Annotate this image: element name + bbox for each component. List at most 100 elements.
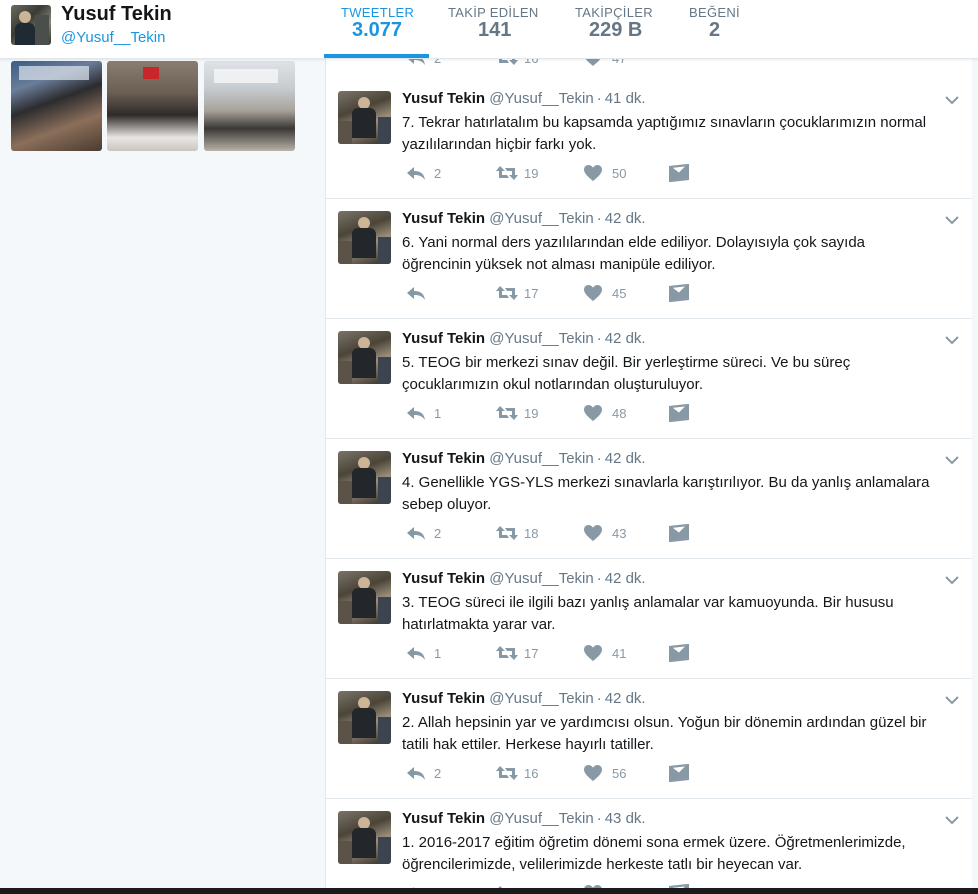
heart-icon (584, 405, 602, 421)
tweet-text-line: öğrencinin yüksek not alması manipüle ed… (402, 256, 716, 273)
tweet-author-handle[interactable]: @Yusuf__Tekin (489, 570, 593, 587)
tweet-author-name[interactable]: Yusuf Tekin (402, 810, 485, 827)
tweet-text-line: yazılılarından hiçbir farkı yok. (402, 136, 597, 153)
reply-icon (407, 287, 425, 300)
tweet-item[interactable]: Yusuf Tekin @Yusuf__Tekin · 42 dk. 6. Yani … (326, 199, 973, 319)
profile-name[interactable]: Yusuf Tekin (61, 3, 172, 26)
tweet-menu-button[interactable] (945, 92, 959, 105)
tweet-menu-button[interactable] (945, 812, 959, 825)
tweet-avatar[interactable] (338, 811, 391, 864)
separator-dot: · (596, 90, 602, 107)
stat-tweets-value: 3.077 (352, 19, 403, 41)
tweet-header: Yusuf Tekin @Yusuf__Tekin · 41 dk. (402, 90, 646, 107)
tweet-timeline[interactable]: 2 16 47 Yusuf Tekin @Yusuf__Tekin · 41 dk.… (325, 58, 973, 894)
tweet-author-handle[interactable]: @Yusuf__Tekin (489, 450, 593, 467)
reply-icon (407, 407, 425, 420)
tweet-menu-button[interactable] (945, 332, 959, 345)
tweet-timestamp[interactable]: 41 dk. (605, 90, 646, 107)
photo-thumbnail[interactable] (11, 61, 102, 151)
like-count: 56 (612, 766, 627, 781)
tweet-author-name[interactable]: Yusuf Tekin (402, 570, 485, 587)
separator-dot: · (596, 690, 602, 707)
tweet-header: Yusuf Tekin @Yusuf__Tekin · 43 dk. (402, 810, 646, 827)
stat-likes-value: 2 (709, 19, 721, 41)
tweet-author-name[interactable]: Yusuf Tekin (402, 450, 485, 467)
heart-icon (584, 645, 602, 661)
tweet-text-line: tatili hak ettiler. Herkese hayırlı tati… (402, 736, 654, 753)
tweet-avatar[interactable] (338, 691, 391, 744)
tweet-text-line: 3. TEOG süreci ile ilgili bazı yanlış an… (402, 594, 894, 611)
tweet-avatar[interactable] (338, 91, 391, 144)
separator-dot: · (596, 810, 602, 827)
stat-tweets-label: TWEETLER (341, 5, 415, 20)
tweet-avatar[interactable] (338, 451, 391, 504)
retweet-icon (496, 526, 518, 540)
photo-thumbnail[interactable] (204, 61, 295, 151)
like-count: 50 (612, 166, 627, 181)
tweet-actions: 17 45 (405, 283, 705, 303)
tweet-author-name[interactable]: Yusuf Tekin (402, 690, 485, 707)
photo-thumbnail[interactable] (107, 61, 198, 151)
like-count: 43 (612, 526, 627, 541)
stat-following-value: 141 (478, 19, 512, 41)
direct-message-icon (669, 644, 689, 662)
tweet-author-name[interactable]: Yusuf Tekin (402, 90, 485, 107)
tweet-text-line: 7. Tekrar hatırlatalım bu kapsamda yaptı… (402, 114, 927, 131)
profile-handle[interactable]: @Yusuf__Tekin (61, 29, 165, 46)
tweet-author-name[interactable]: Yusuf Tekin (402, 210, 485, 227)
tweet-menu-button[interactable] (945, 692, 959, 705)
tweet-timestamp[interactable]: 42 dk. (605, 570, 646, 587)
tweet-timestamp[interactable]: 42 dk. (605, 450, 646, 467)
tweet-text: 6. Yani normal ders yazılılarından elde … (402, 232, 962, 276)
tweet-author-handle[interactable]: @Yusuf__Tekin (489, 810, 593, 827)
tweet-author-handle[interactable]: @Yusuf__Tekin (489, 90, 593, 107)
reply-count: 1 (434, 646, 442, 661)
tweet-author-handle[interactable]: @Yusuf__Tekin (489, 330, 593, 347)
tweet-item[interactable]: Yusuf Tekin @Yusuf__Tekin · 41 dk. 7. Tekra… (326, 79, 973, 199)
tweet-menu-button[interactable] (945, 212, 959, 225)
profile-avatar[interactable] (11, 5, 51, 45)
tweet-avatar[interactable] (338, 331, 391, 384)
separator-dot: · (596, 330, 602, 347)
chevron-down-icon (945, 336, 959, 345)
tweet-menu-button[interactable] (945, 452, 959, 465)
tweet-timestamp[interactable]: 42 dk. (605, 330, 646, 347)
tweet-text-line: çocuklarımızın okul notlarından oluşturu… (402, 376, 703, 393)
tweet-item[interactable]: Yusuf Tekin @Yusuf__Tekin · 42 dk. 3. TEOG … (326, 559, 973, 679)
stat-likes-label: BEĞENİ (689, 5, 740, 20)
tweet-timestamp[interactable]: 43 dk. (605, 810, 646, 827)
retweet-count: 16 (524, 766, 539, 781)
tweet-avatar[interactable] (338, 211, 391, 264)
scrollbar[interactable] (972, 58, 978, 894)
reply-count: 2 (434, 166, 442, 181)
tweet-actions: 2 16 56 (405, 763, 705, 783)
tweet-author-name[interactable]: Yusuf Tekin (402, 330, 485, 347)
chevron-down-icon (945, 96, 959, 105)
heart-icon (585, 58, 601, 66)
tweet-author-handle[interactable]: @Yusuf__Tekin (489, 210, 593, 227)
retweet-count: 19 (524, 406, 539, 421)
retweet-count: 19 (524, 166, 539, 181)
tweet-author-handle[interactable]: @Yusuf__Tekin (489, 690, 593, 707)
tweet-item[interactable]: Yusuf Tekin @Yusuf__Tekin · 43 dk. 1. 2016-… (326, 799, 973, 894)
tweet-text-line: hatırlatmakta yarar var. (402, 616, 556, 633)
tweet-item[interactable]: Yusuf Tekin @Yusuf__Tekin · 42 dk. 5. TEOG … (326, 319, 973, 439)
partial-tweet-actions: 2 16 47 (326, 58, 973, 80)
tweet-actions: 2 16 47 (405, 58, 705, 68)
heart-icon (584, 525, 602, 541)
tweet-menu-button[interactable] (945, 572, 959, 585)
retweet-icon (496, 766, 518, 780)
tweet-item[interactable]: Yusuf Tekin @Yusuf__Tekin · 42 dk. 4. Genel… (326, 439, 973, 559)
tweet-timestamp[interactable]: 42 dk. (605, 210, 646, 227)
tweet-text: 7. Tekrar hatırlatalım bu kapsamda yaptı… (402, 112, 962, 156)
chevron-down-icon (945, 696, 959, 705)
tweet-avatar[interactable] (338, 571, 391, 624)
tweet-item[interactable]: Yusuf Tekin @Yusuf__Tekin · 42 dk. 2. Allah… (326, 679, 973, 799)
tweet-timestamp[interactable]: 42 dk. (605, 690, 646, 707)
retweet-count: 16 (524, 58, 539, 66)
stat-followers-label: TAKİPÇİLER (575, 5, 653, 20)
heart-icon (584, 165, 602, 181)
chevron-down-icon (945, 576, 959, 585)
tweet-text: 3. TEOG süreci ile ilgili bazı yanlış an… (402, 592, 962, 636)
separator-dot: · (596, 450, 602, 467)
